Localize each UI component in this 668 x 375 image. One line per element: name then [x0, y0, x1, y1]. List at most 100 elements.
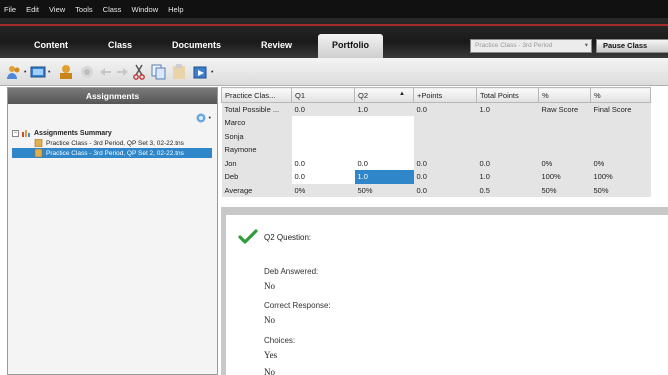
table-cell[interactable]: Sonja — [221, 129, 292, 143]
table-cell[interactable]: Raymone — [221, 143, 292, 157]
column-header-raw-percent[interactable]: % — [538, 87, 591, 103]
table-row[interactable]: Sonja — [221, 129, 651, 143]
table-cell[interactable]: 1.0 — [476, 170, 539, 184]
table-cell[interactable]: 100% — [538, 170, 591, 184]
table-cell[interactable] — [291, 116, 355, 130]
menu-view[interactable]: View — [49, 5, 65, 14]
chevron-down-icon: • — [208, 114, 211, 122]
table-cell[interactable] — [538, 129, 591, 143]
table-row[interactable]: Raymone — [221, 143, 651, 157]
question-detail-pane: Q2 Question: Deb Answered: No Correct Re… — [221, 210, 668, 375]
table-cell[interactable] — [291, 143, 355, 157]
table-cell[interactable] — [291, 129, 355, 143]
table-cell[interactable]: 0.0 — [413, 170, 477, 184]
table-row[interactable]: Jon 0.0 0.0 0.0 0.0 0% 0% — [221, 156, 651, 170]
table-cell[interactable]: 0.0 — [413, 183, 477, 197]
table-cell[interactable] — [354, 116, 414, 130]
column-header-q1[interactable]: Q1 — [291, 87, 355, 103]
column-header-q2[interactable]: Q2 ▲ — [354, 87, 414, 103]
table-cell[interactable]: 0% — [590, 156, 651, 170]
table-row[interactable]: Total Possible ... 0.0 1.0 0.0 1.0 Raw S… — [221, 102, 651, 116]
column-header-total[interactable]: Total Points — [476, 87, 539, 103]
tree-item-assignment-selected[interactable]: Practice Class - 3rd Period, QP Set 2, 0… — [12, 148, 212, 158]
table-cell[interactable]: Jon — [221, 156, 292, 170]
table-cell[interactable] — [538, 143, 591, 157]
table-row-average[interactable]: Average 0% 50% 0.0 0.5 50% 50% — [221, 183, 651, 197]
quick-poll-icon[interactable] — [58, 63, 74, 81]
choices-label: Choices: — [264, 336, 296, 345]
table-cell[interactable] — [413, 129, 477, 143]
redo-icon[interactable] — [116, 63, 130, 81]
table-cell[interactable]: Raw Score — [538, 102, 591, 116]
menu-tools[interactable]: Tools — [75, 5, 93, 14]
tree-item-assignments-summary[interactable]: − Assignments Summary — [12, 128, 217, 138]
correct-response-value: No — [264, 315, 275, 325]
column-header-points[interactable]: +Points — [413, 87, 477, 103]
table-cell[interactable]: Marco — [221, 116, 292, 130]
table-cell[interactable]: 0% — [291, 183, 355, 197]
table-cell[interactable] — [590, 129, 651, 143]
send-icon[interactable]: • — [193, 63, 213, 81]
table-cell[interactable] — [354, 129, 414, 143]
table-cell[interactable] — [354, 143, 414, 157]
table-cell[interactable]: 0.0 — [413, 156, 477, 170]
tab-portfolio[interactable]: Portfolio — [318, 34, 383, 58]
column-header-name[interactable]: Practice Clas... — [221, 87, 292, 103]
table-cell[interactable]: 0.0 — [413, 102, 477, 116]
table-row[interactable]: Marco — [221, 116, 651, 130]
assignments-tree: − Assignments Summary Practice Class - 3… — [12, 128, 217, 158]
table-cell[interactable]: 1.0 — [476, 102, 539, 116]
undo-icon[interactable] — [98, 63, 112, 81]
table-cell[interactable] — [538, 116, 591, 130]
table-cell[interactable]: 0.0 — [476, 156, 539, 170]
document-icon — [34, 149, 43, 157]
menu-edit[interactable]: Edit — [26, 5, 39, 14]
paste-icon[interactable] — [172, 63, 186, 81]
column-header-final-percent[interactable]: % — [590, 87, 651, 103]
table-cell[interactable]: 50% — [538, 183, 591, 197]
table-cell[interactable]: Deb — [221, 170, 292, 184]
collapse-icon[interactable]: − — [12, 129, 19, 137]
tab-content[interactable]: Content — [34, 40, 68, 50]
chevron-down-icon: ▾ — [584, 42, 588, 49]
table-cell[interactable]: Total Possible ... — [221, 102, 292, 116]
table-cell[interactable]: Final Score — [590, 102, 651, 116]
table-cell[interactable]: 50% — [354, 183, 414, 197]
tab-review[interactable]: Review — [261, 40, 292, 50]
tab-class[interactable]: Class — [108, 40, 132, 50]
table-cell[interactable]: 0.0 — [354, 156, 414, 170]
table-cell[interactable]: 50% — [590, 183, 651, 197]
table-cell[interactable]: 0.5 — [476, 183, 539, 197]
menu-file[interactable]: File — [4, 5, 16, 14]
table-cell[interactable]: 0.0 — [291, 156, 355, 170]
table-cell[interactable] — [476, 129, 539, 143]
screen-capture-icon[interactable]: • — [30, 63, 50, 81]
cut-icon[interactable] — [132, 63, 146, 81]
tab-documents[interactable]: Documents — [172, 40, 221, 50]
panel-options-button[interactable]: • — [196, 113, 211, 123]
table-cell[interactable]: 100% — [590, 170, 651, 184]
table-cell[interactable] — [413, 116, 477, 130]
users-icon[interactable]: • — [6, 63, 26, 81]
table-cell[interactable]: 0% — [538, 156, 591, 170]
table-cell[interactable] — [590, 143, 651, 157]
table-cell[interactable]: Average — [221, 183, 292, 197]
menu-window[interactable]: Window — [131, 5, 158, 14]
menu-help[interactable]: Help — [168, 5, 183, 14]
table-cell[interactable]: 0.0 — [291, 170, 355, 184]
table-cell[interactable] — [413, 143, 477, 157]
class-selector[interactable]: Practice Class - 3rd Period ▾ — [470, 39, 592, 53]
tree-item-label: Assignments Summary — [34, 129, 112, 137]
table-cell[interactable] — [476, 116, 539, 130]
menu-class[interactable]: Class — [103, 5, 122, 14]
help-icon[interactable] — [80, 63, 94, 81]
tree-item-assignment[interactable]: Practice Class - 3rd Period, QP Set 3, 0… — [12, 138, 217, 148]
table-cell[interactable] — [590, 116, 651, 130]
table-cell-selected[interactable]: 1.0 — [354, 170, 414, 184]
table-cell[interactable]: 0.0 — [291, 102, 355, 116]
copy-icon[interactable] — [151, 63, 167, 81]
table-row[interactable]: Deb 0.0 1.0 0.0 1.0 100% 100% — [221, 170, 651, 184]
table-cell[interactable] — [476, 143, 539, 157]
pause-class-button[interactable]: Pause Class — [596, 39, 668, 53]
table-cell[interactable]: 1.0 — [354, 102, 414, 116]
